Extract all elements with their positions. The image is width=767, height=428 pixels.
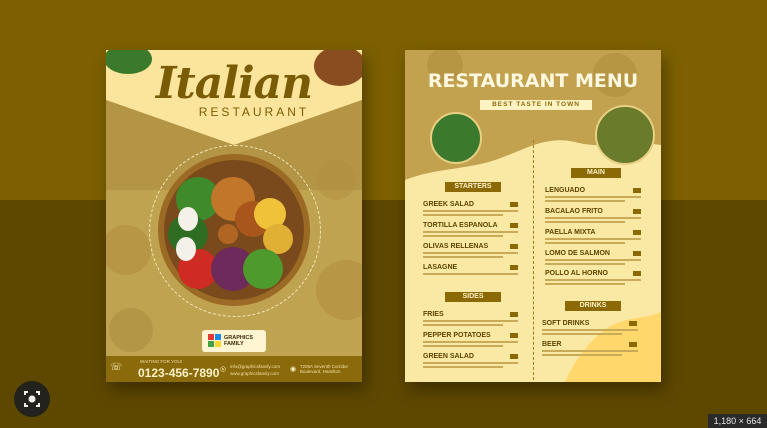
section-main-label: MAIN (571, 168, 621, 178)
graphics-family-logo: GRAPHICS FAMILY (202, 330, 266, 352)
menu-salad-bowl-left (430, 112, 482, 164)
item-description (545, 238, 641, 240)
item-description (545, 279, 641, 281)
menu-column-divider (533, 140, 534, 380)
waiting-text: WAITING FOR YOU! (140, 359, 183, 364)
location-icon: ◉ (290, 366, 297, 373)
logo-line-2: FAMILY (224, 341, 244, 347)
price-badge (633, 188, 641, 193)
item-description (423, 235, 503, 237)
item-description (545, 259, 641, 261)
item-description (423, 324, 503, 326)
price-badge (510, 333, 518, 338)
price-badge (510, 312, 518, 317)
address-text: 7208A Seventh Corridor Boulevard, Hamilt… (300, 364, 349, 374)
phone-number: 0123-456-7890 (138, 366, 220, 380)
price-badge (633, 230, 641, 235)
section-drinks-label: DRINKS (565, 301, 621, 311)
item-description (423, 345, 503, 347)
item-description (545, 263, 625, 265)
lens-icon (24, 391, 40, 407)
item-description (542, 354, 622, 356)
item-description (423, 252, 518, 254)
item-description (545, 217, 641, 219)
menu-item-drink-2[interactable]: BEER (542, 341, 561, 348)
menu-item-starter-3[interactable]: OLIVAS RELLENAS (423, 243, 488, 250)
item-description (542, 350, 638, 352)
item-description (423, 366, 503, 368)
price-badge (633, 209, 641, 214)
menu-salad-bowl-right (595, 105, 655, 165)
menu-tagline: BEST TASTE IN TOWN (480, 100, 592, 110)
menu-title: RESTAURANT MENU (427, 70, 639, 92)
left-flyer-subtitle: RESTAURANT (198, 105, 310, 119)
phone-icon: ☏ (110, 362, 123, 373)
item-description (545, 200, 625, 202)
item-description (423, 273, 518, 275)
price-badge (633, 271, 641, 276)
menu-item-main-2[interactable]: BACALAO FRITO (545, 208, 603, 215)
website-text: www.graphicsfamily.com (230, 371, 279, 376)
price-badge (510, 223, 518, 228)
price-badge (629, 321, 637, 326)
lens-button[interactable] (14, 381, 50, 417)
menu-item-side-2[interactable]: PEPPER POTATOES (423, 332, 491, 339)
price-badge (510, 354, 518, 359)
item-description (545, 221, 625, 223)
right-flyer[interactable]: RESTAURANT MENU BEST TASTE IN TOWN START… (405, 50, 661, 382)
salad-bowl-image (158, 154, 310, 306)
left-flyer-footer: ☏ WAITING FOR YOU! 0123-456-7890 ◎ info@… (106, 356, 362, 382)
menu-item-main-4[interactable]: LOMO DE SALMON (545, 250, 610, 257)
menu-item-starter-4[interactable]: LASAGNE (423, 264, 457, 271)
email-text: info@graphicsfamily.com (230, 364, 281, 369)
item-description (423, 214, 503, 216)
item-description (423, 231, 518, 233)
item-description (423, 362, 518, 364)
item-description (545, 196, 641, 198)
item-description (545, 242, 625, 244)
price-badge (510, 244, 518, 249)
item-description (542, 333, 622, 335)
item-description (542, 329, 638, 331)
item-description (423, 256, 503, 258)
image-dimensions-badge: 1,180 × 664 (708, 414, 767, 428)
menu-item-side-1[interactable]: FRIES (423, 311, 444, 318)
menu-item-starter-1[interactable]: GREEK SALAD (423, 201, 474, 208)
section-sides-label: SIDES (445, 292, 501, 302)
menu-item-side-3[interactable]: GREEN SALAD (423, 353, 474, 360)
menu-item-main-1[interactable]: LENGUADO (545, 187, 585, 194)
menu-item-main-3[interactable]: PAELLA MIXTA (545, 229, 595, 236)
menu-item-starter-2[interactable]: TORTILLA ESPANOLA (423, 222, 498, 229)
logo-icon (208, 334, 221, 347)
item-description (423, 341, 518, 343)
item-description (545, 283, 625, 285)
menu-item-drink-1[interactable]: SOFT DRINKS (542, 320, 589, 327)
section-starters-label: STARTERS (445, 182, 501, 192)
price-badge (633, 251, 641, 256)
email-icon: ◎ (220, 366, 227, 373)
item-description (423, 320, 518, 322)
menu-item-main-5[interactable]: POLLO AL HORNO (545, 270, 608, 277)
left-flyer[interactable]: Italian RESTAURANT GRAPHICS FAMILY ☏ WAI… (106, 50, 362, 382)
price-badge (510, 202, 518, 207)
left-flyer-title: Italian (155, 58, 313, 109)
price-badge (629, 342, 637, 347)
price-badge (510, 265, 518, 270)
item-description (423, 210, 518, 212)
